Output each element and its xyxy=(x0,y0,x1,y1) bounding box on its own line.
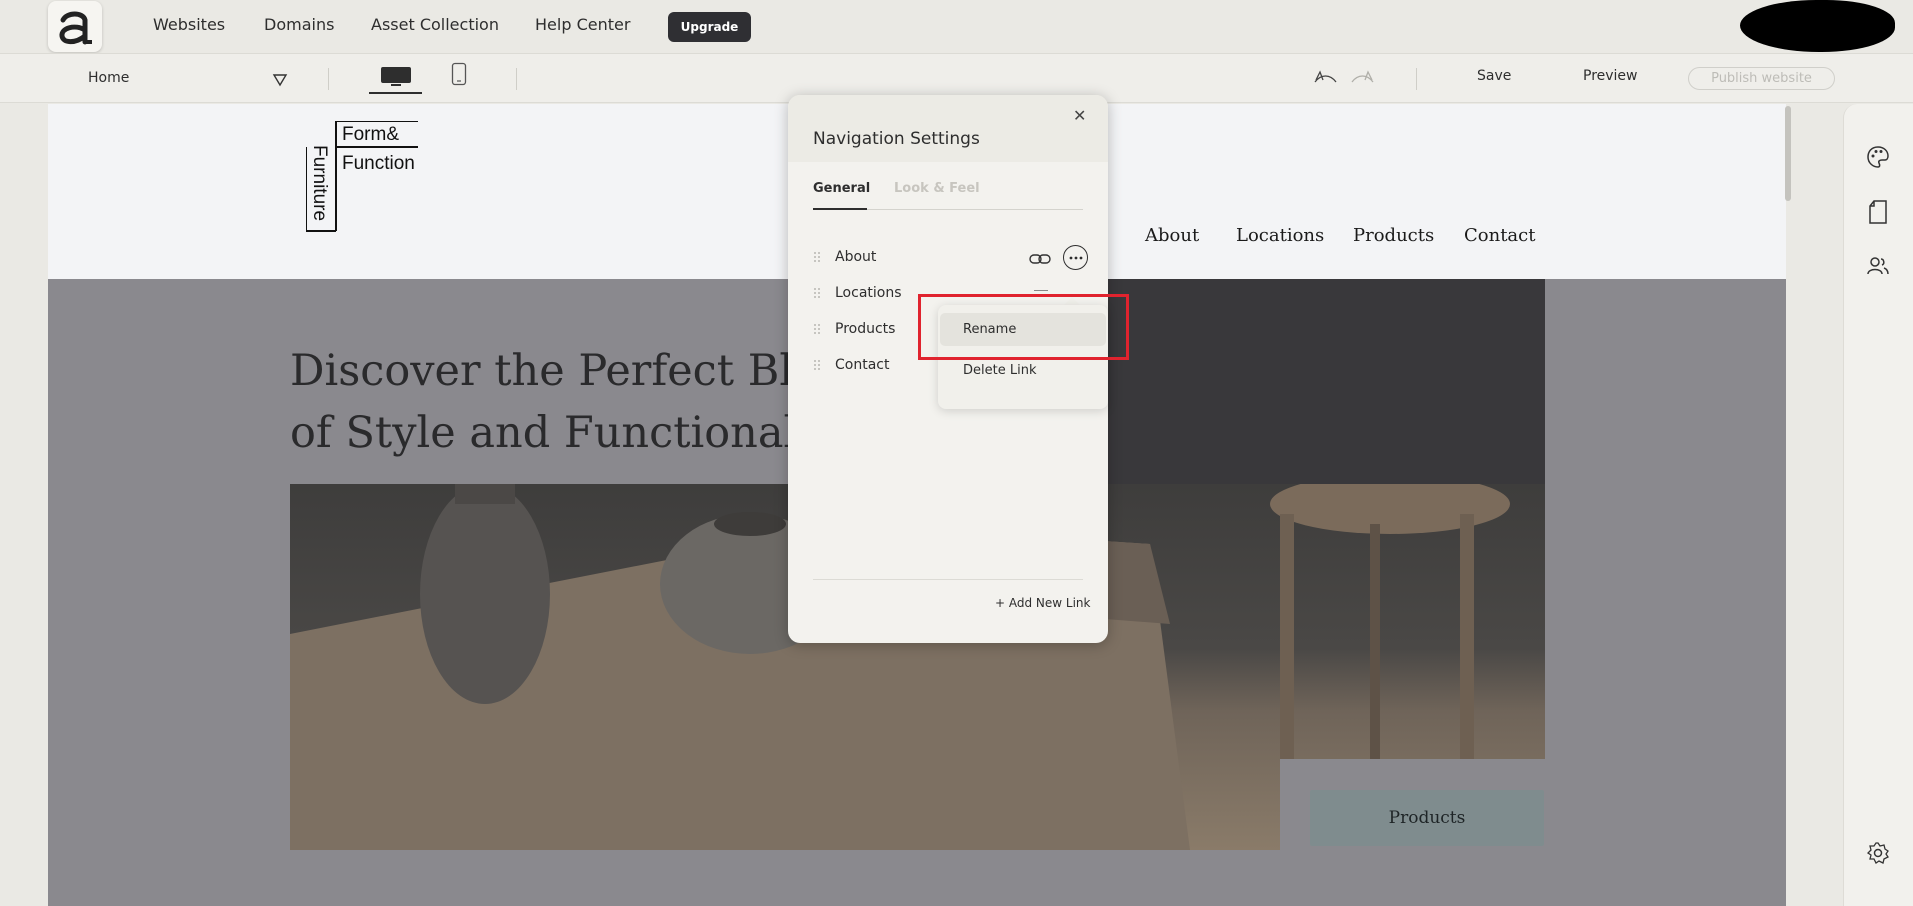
undo-icon[interactable] xyxy=(1312,68,1338,90)
site-nav-locations[interactable]: Locations xyxy=(1236,225,1324,246)
divider xyxy=(328,68,329,90)
divider xyxy=(516,68,517,90)
page-icon[interactable] xyxy=(1866,199,1890,229)
topnav-domains[interactable]: Domains xyxy=(264,15,334,34)
canvas-scrollbar[interactable] xyxy=(1785,106,1791,201)
app-logo[interactable] xyxy=(48,1,102,52)
tab-general[interactable]: General xyxy=(813,181,870,196)
drag-handle-icon[interactable] xyxy=(813,323,821,335)
hero-dark-panel xyxy=(1068,279,1545,484)
hero-title-line-1: Discover the Perfect Bl xyxy=(290,346,794,396)
tab-active-indicator xyxy=(813,208,867,210)
stool-photo xyxy=(1270,484,1510,784)
close-icon[interactable]: ✕ xyxy=(1073,106,1086,125)
palette-icon[interactable] xyxy=(1866,145,1890,173)
nav-link-label: Contact xyxy=(835,357,890,373)
site-nav-about[interactable]: About xyxy=(1145,225,1199,246)
site-nav-contact[interactable]: Contact xyxy=(1464,225,1535,246)
redo-icon[interactable] xyxy=(1350,68,1376,90)
page-select[interactable]: Home xyxy=(88,70,129,86)
preview-button[interactable]: Preview xyxy=(1583,68,1638,84)
desktop-view-button[interactable] xyxy=(369,60,422,94)
gear-icon[interactable] xyxy=(1866,841,1890,869)
link-icon[interactable] xyxy=(1029,251,1051,270)
drag-handle-icon[interactable] xyxy=(813,287,821,299)
mobile-view-button[interactable] xyxy=(448,62,470,88)
divider xyxy=(1416,68,1417,90)
site-nav-products[interactable]: Products xyxy=(1353,225,1434,246)
logo-text-form: Form& xyxy=(342,124,399,145)
topnav-asset-collection[interactable]: Asset Collection xyxy=(371,15,499,34)
panel-footer-divider xyxy=(813,579,1083,580)
nav-link-label: Products xyxy=(835,321,896,337)
upgrade-button[interactable]: Upgrade xyxy=(668,12,751,42)
site-logo[interactable]: Form& Function Furniture xyxy=(305,120,426,245)
hero-title-line-2: of Style and Functional xyxy=(290,408,798,458)
link-icon-partial xyxy=(1034,290,1048,291)
highlight-annotation xyxy=(918,294,1129,360)
hero-title[interactable]: Discover the Perfect Bl of Style and Fun… xyxy=(290,340,850,464)
topnav-help-center[interactable]: Help Center xyxy=(535,15,630,34)
users-icon[interactable] xyxy=(1866,254,1890,282)
triangle-down-icon[interactable] xyxy=(272,72,288,91)
more-options-icon[interactable] xyxy=(1063,245,1088,270)
account-avatar-redacted[interactable] xyxy=(1740,0,1895,52)
publish-website-button[interactable]: Publish website xyxy=(1688,67,1835,90)
nav-link-label: About xyxy=(835,249,877,265)
add-new-link-button[interactable]: + Add New Link xyxy=(995,596,1090,610)
products-cta-button[interactable]: Products xyxy=(1310,790,1544,846)
logo-text-function: Function xyxy=(342,153,415,174)
tab-look-and-feel[interactable]: Look & Feel xyxy=(894,181,980,196)
save-button[interactable]: Save xyxy=(1477,68,1511,84)
nav-link-row[interactable]: About xyxy=(813,245,1093,269)
panel-title: Navigation Settings xyxy=(813,129,980,149)
drag-handle-icon[interactable] xyxy=(813,251,821,263)
topnav-websites[interactable]: Websites xyxy=(153,15,225,34)
logo-text-furniture: Furniture xyxy=(309,145,330,222)
drag-handle-icon[interactable] xyxy=(813,359,821,371)
desktop-icon xyxy=(380,67,411,86)
nav-link-label: Locations xyxy=(835,285,902,301)
app-logo-icon xyxy=(59,11,92,44)
mobile-icon xyxy=(451,62,467,86)
